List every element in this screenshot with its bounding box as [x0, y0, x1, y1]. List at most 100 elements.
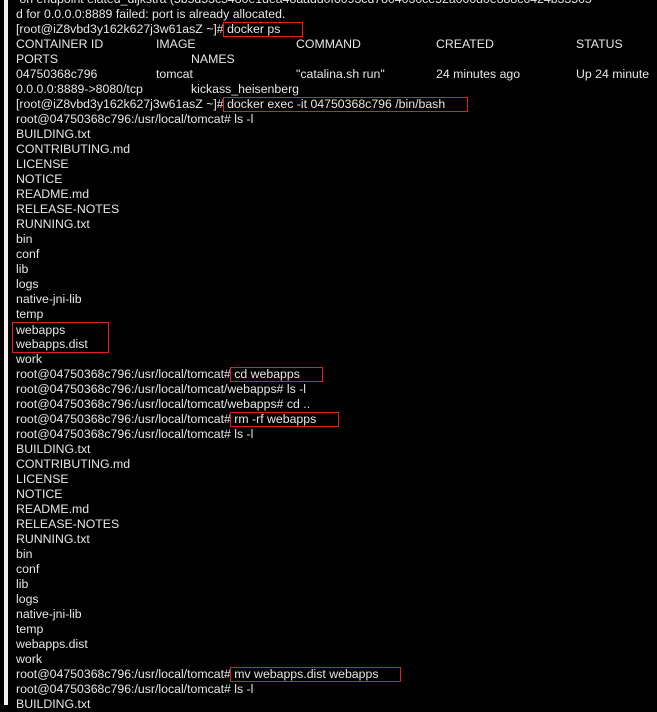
terminal-line: root@04750368c796:/usr/local/tomcat# rm … — [16, 412, 592, 427]
terminal-window[interactable]: on endpoint elated_dijkstra (5b5d53c5480… — [4, 0, 657, 711]
terminal-line: webapps.dist — [12, 337, 592, 353]
output-text: bin — [16, 547, 33, 561]
terminal-line: root@04750368c796:/usr/local/tomcat# cd … — [16, 367, 592, 382]
terminal-line: NOTICE — [16, 487, 592, 502]
terminal-line: CONTRIBUTING.md — [16, 142, 592, 157]
output-text: BUILDING.txt — [16, 697, 91, 711]
shell-prompt: root@04750368c796:/usr/local/tomcat/weba… — [16, 382, 287, 396]
output-text: on endpoint elated_dijkstra (5b5d53c5480… — [16, 0, 591, 6]
table-cell: PORTS — [16, 52, 59, 66]
terminal-line: root@04750368c796:/usr/local/tomcat# mv … — [16, 667, 592, 682]
shell-prompt: [root@iZ8vbd3y162k627j3w61asZ ~]# — [16, 22, 228, 36]
output-text: BUILDING.txt — [16, 442, 91, 456]
table-cell: CONTAINER ID — [16, 37, 104, 51]
output-text: CONTRIBUTING.md — [16, 142, 131, 156]
terminal-line: bin — [16, 232, 592, 247]
shell-prompt: [root@iZ8vbd3y162k627j3w61asZ ~]# — [16, 97, 228, 111]
terminal-line: [root@iZ8vbd3y162k627j3w61asZ ~]# docker… — [16, 22, 592, 37]
terminal-line: BUILDING.txt — [16, 127, 592, 142]
terminal-line: lib — [16, 262, 592, 277]
output-text: temp — [16, 307, 44, 321]
table-cell: COMMAND — [296, 37, 361, 51]
table-cell: tomcat — [156, 67, 193, 81]
output-text: work — [16, 652, 42, 666]
table-cell: CREATED — [436, 37, 494, 51]
output-text: native-jni-lib — [16, 607, 82, 621]
highlighted-output: webapps.dist — [12, 337, 109, 353]
terminal-line: README.md — [16, 187, 592, 202]
command: cd .. — [286, 397, 311, 411]
terminal-line: lib — [16, 577, 592, 592]
terminal-line: README.md — [16, 502, 592, 517]
shell-prompt: root@04750368c796:/usr/local/tomcat# — [16, 367, 235, 381]
terminal-line: root@04750368c796:/usr/local/tomcat# ls … — [16, 427, 592, 442]
table-cell: STATUS — [576, 37, 623, 51]
terminal-line: RELEASE-NOTES — [16, 517, 592, 532]
terminal-line: conf — [16, 562, 592, 577]
output-text: native-jni-lib — [16, 292, 82, 306]
terminal-line: LICENSE — [16, 472, 592, 487]
terminal-line: CONTAINER ID IMAGE COMMAND CREATED STATUS — [16, 37, 623, 52]
output-text: NOTICE — [16, 172, 63, 186]
command: ls -l — [234, 112, 254, 126]
output-text: logs — [16, 277, 39, 291]
terminal-line: work — [16, 352, 592, 367]
output-text: bin — [16, 232, 33, 246]
command: ls -l — [286, 382, 307, 396]
table-cell: Up 24 minute — [576, 67, 650, 81]
terminal-line: BUILDING.txt — [16, 442, 592, 457]
terminal-line: logs — [16, 277, 592, 292]
terminal-line: RELEASE-NOTES — [16, 202, 592, 217]
terminal-line: CONTRIBUTING.md — [16, 457, 592, 472]
highlighted-output: webapps — [12, 322, 109, 338]
terminal-line: conf — [16, 247, 592, 262]
output-text: lib — [16, 577, 29, 591]
output-text: README.md — [16, 502, 90, 516]
shell-prompt: root@04750368c796:/usr/local/tomcat# — [16, 427, 235, 441]
terminal-line: PORTS NAMES — [16, 52, 592, 67]
output-text: RELEASE-NOTES — [16, 517, 120, 531]
table-cell: 24 minutes ago — [436, 67, 521, 81]
output-text: LICENSE — [16, 472, 69, 486]
terminal-line: 0.0.0.0:8889->8080/tcp kickass_heisenberg — [16, 82, 592, 97]
terminal-line: bin — [16, 547, 592, 562]
shell-prompt: root@04750368c796:/usr/local/tomcat# — [16, 412, 235, 426]
terminal-line: webapps — [12, 322, 592, 338]
terminal-line: work — [16, 652, 592, 667]
shell-prompt: root@04750368c796:/usr/local/tomcat/weba… — [16, 397, 287, 411]
terminal-line: [root@iZ8vbd3y162k627j3w61asZ ~]# docker… — [16, 97, 592, 112]
output-text: work — [16, 352, 42, 366]
output-text: RUNNING.txt — [16, 532, 90, 546]
terminal-line: LICENSE — [16, 157, 592, 172]
terminal-line: root@04750368c796:/usr/local/tomcat# ls … — [16, 112, 592, 127]
shell-prompt: root@04750368c796:/usr/local/tomcat# — [16, 682, 235, 696]
output-text: d for 0.0.0.0:8889 failed: port is alrea… — [16, 7, 286, 21]
table-cell: IMAGE — [156, 37, 196, 51]
terminal-line: logs — [16, 592, 592, 607]
output-text: RUNNING.txt — [16, 217, 90, 231]
output-text: conf — [16, 247, 40, 261]
terminal-line: root@04750368c796:/usr/local/tomcat# ls … — [16, 682, 592, 697]
table-cell: 04750368c796 — [16, 67, 98, 81]
terminal-line: d for 0.0.0.0:8889 failed: port is alrea… — [16, 7, 592, 22]
output-text: conf — [16, 562, 40, 576]
terminal-output: on endpoint elated_dijkstra (5b5d53c5480… — [12, 0, 649, 712]
terminal-line: native-jni-lib — [16, 607, 592, 622]
output-text: NOTICE — [16, 487, 63, 501]
highlighted-command: cd webapps — [230, 367, 323, 382]
table-cell: "catalina.sh run" — [296, 67, 385, 81]
shell-prompt: root@04750368c796:/usr/local/tomcat# — [16, 667, 235, 681]
terminal-line: RUNNING.txt — [16, 217, 592, 232]
terminal-line: 04750368c796 tomcat "catalina.sh run" 24 mi… — [16, 67, 649, 82]
output-text: README.md — [16, 187, 90, 201]
highlighted-command: mv webapps.dist webapps — [230, 667, 402, 682]
table-cell: kickass_heisenberg — [191, 82, 300, 96]
highlighted-command: docker exec -it 04750368c796 /bin/bash — [223, 97, 469, 112]
highlighted-command: docker ps — [223, 22, 304, 37]
terminal-line: RUNNING.txt — [16, 532, 592, 547]
command: ls -l — [234, 427, 254, 441]
terminal-line: root@04750368c796:/usr/local/tomcat/weba… — [16, 397, 592, 412]
output-text: LICENSE — [16, 157, 69, 171]
terminal-line: on endpoint elated_dijkstra (5b5d53c5480… — [16, 0, 591, 7]
output-text: lib — [16, 262, 29, 276]
